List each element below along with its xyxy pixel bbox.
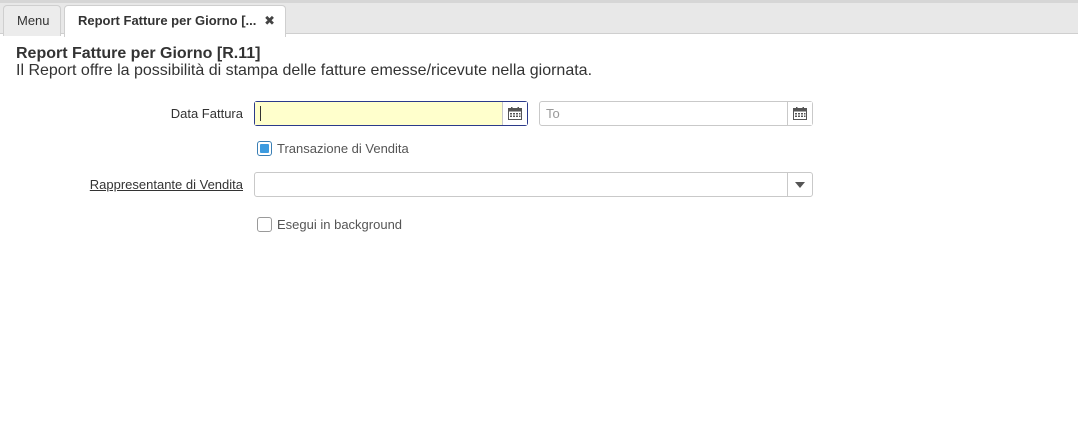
page-description: Il Report offre la possibilità di stampa…: [16, 62, 593, 79]
tab-bar: Menu Report Fatture per Giorno [... ✖: [0, 0, 1078, 37]
tab-menu[interactable]: Menu: [3, 5, 61, 36]
data-fattura-label: Data Fattura: [170, 106, 243, 121]
data-fattura-from-input[interactable]: [255, 102, 502, 125]
rappresentante-label[interactable]: Rappresentante di Vendita: [60, 177, 243, 192]
tab-report-label: Report Fatture per Giorno [...: [78, 13, 257, 28]
calendar-button-from[interactable]: [502, 102, 527, 125]
calendar-button-to[interactable]: [787, 102, 812, 125]
close-icon[interactable]: ✖: [264, 6, 275, 36]
calendar-icon: [793, 107, 807, 120]
report-page: Menu Report Fatture per Giorno [... ✖ Re…: [0, 0, 1078, 446]
chevron-down-icon[interactable]: [787, 173, 812, 196]
page-title: Report Fatture per Giorno [R.11]: [16, 45, 261, 62]
transazione-vendita-checkbox[interactable]: [257, 141, 272, 156]
rappresentante-select[interactable]: [254, 172, 813, 197]
data-fattura-from-field[interactable]: [254, 101, 528, 126]
text-cursor: [260, 106, 261, 121]
data-fattura-to-field[interactable]: [539, 101, 813, 126]
tab-report-fatture[interactable]: Report Fatture per Giorno [... ✖: [64, 5, 286, 37]
background-checkbox[interactable]: [257, 217, 272, 232]
background-label: Esegui in background: [277, 217, 403, 232]
data-fattura-to-input[interactable]: [540, 102, 787, 125]
calendar-icon: [508, 107, 522, 120]
tab-menu-label: Menu: [17, 13, 50, 28]
transazione-vendita-label: Transazione di Vendita: [277, 141, 409, 156]
